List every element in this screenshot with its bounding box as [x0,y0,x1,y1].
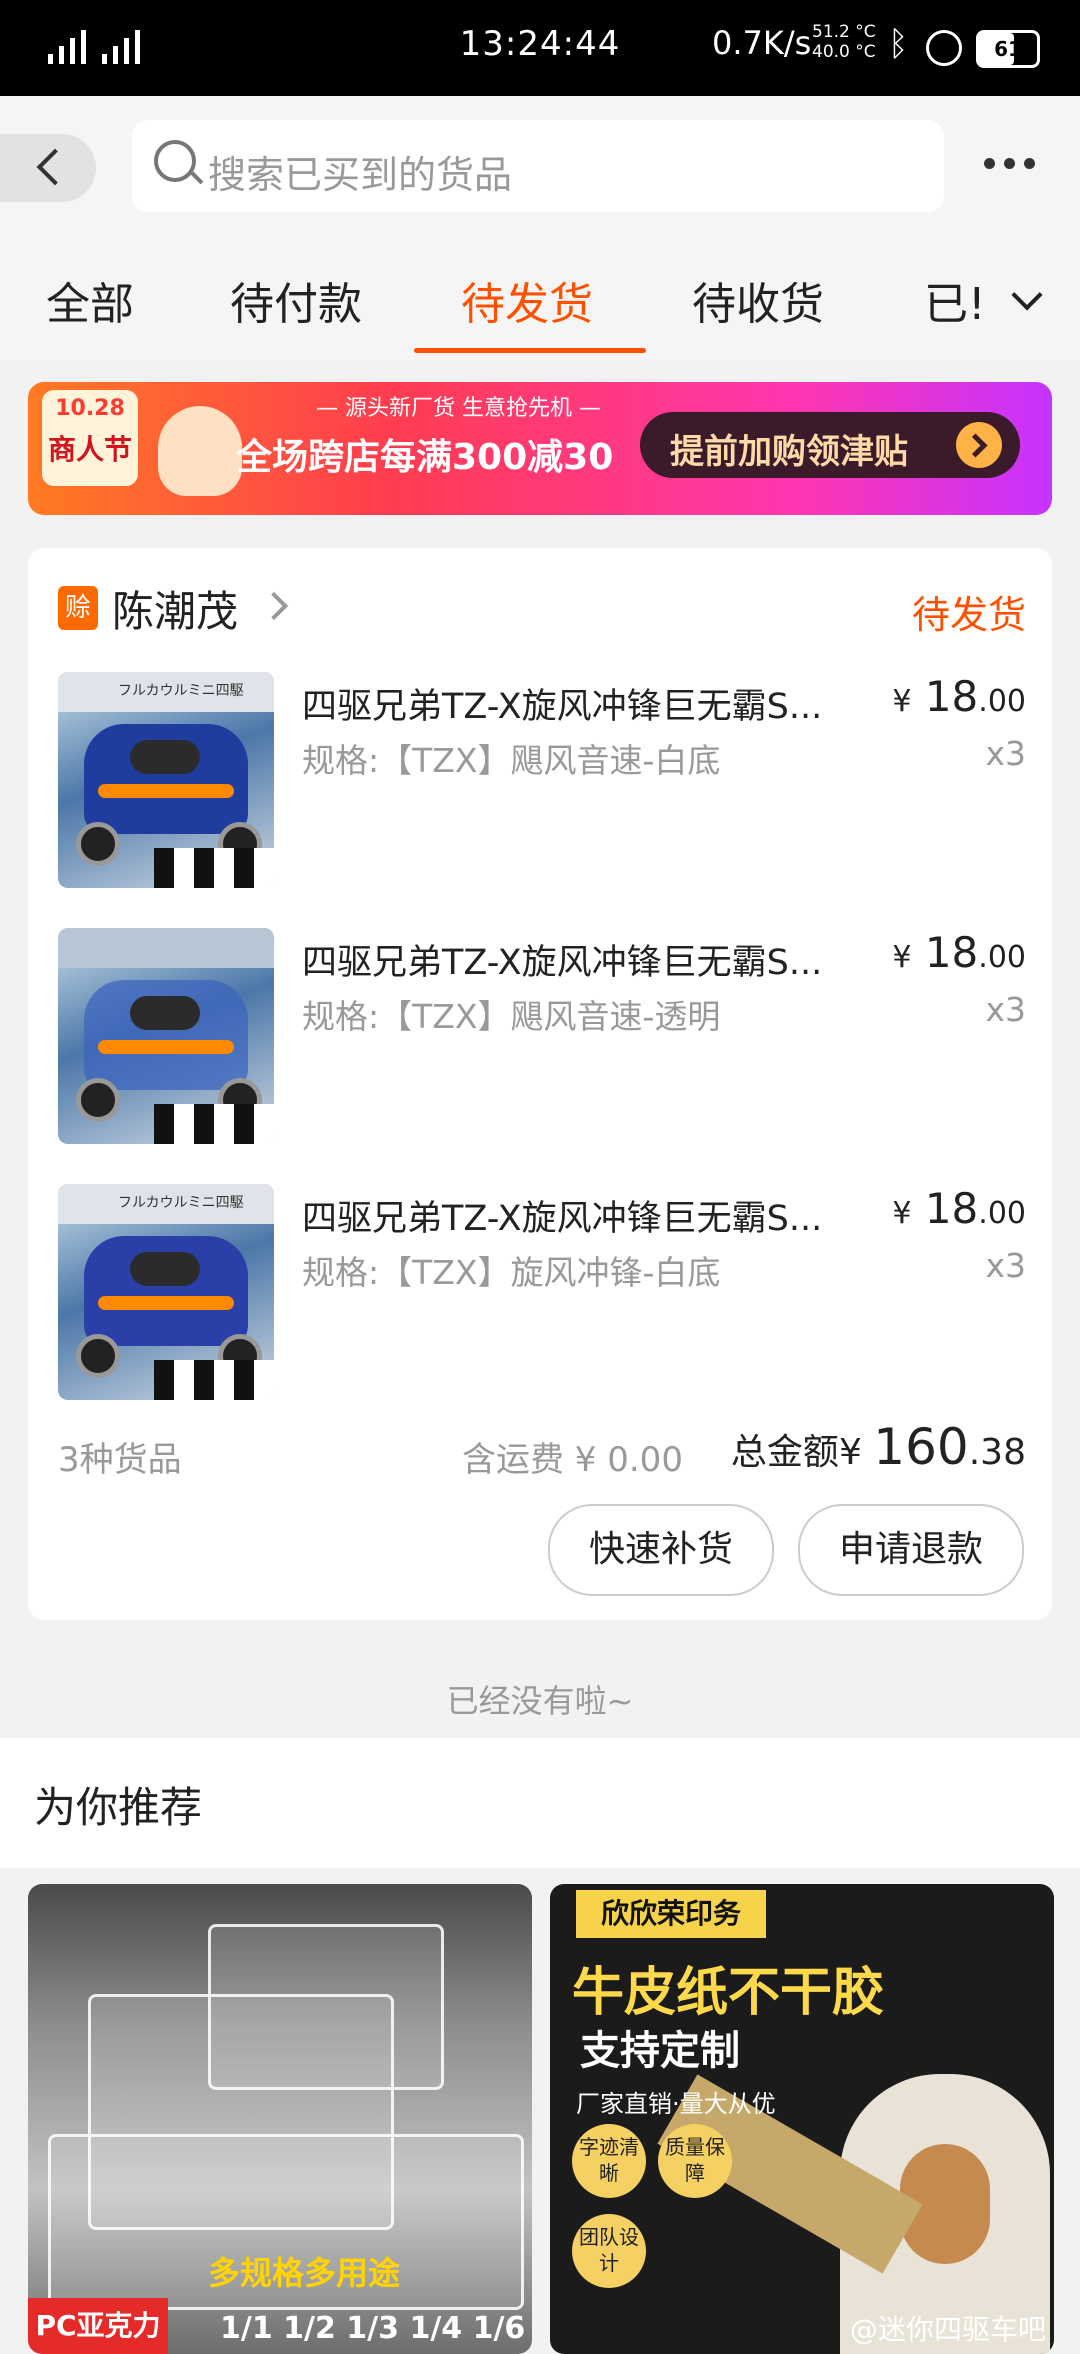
chevron-right-icon[interactable] [259,591,289,621]
search-input[interactable]: 搜索已买到的货品 [132,120,944,212]
bluetooth-icon: ᛒ [888,24,909,64]
car-image [84,724,248,834]
product-subheadline: 支持定制 [580,2028,740,2074]
feature-badge: 团队设计 [572,2214,646,2288]
banner-cta-button[interactable]: 提前加购领津贴 [640,412,1020,478]
order-total: 总金额¥ 160.38 [730,1418,1026,1476]
product-tag-sizes: 1/1 1/2 1/3 1/4 1/6 1/9 [220,2311,532,2346]
feature-badge: 字迹清晰 [572,2124,646,2198]
shop-name[interactable]: 陈潮茂 [112,578,238,639]
tab-completed[interactable]: 已! [924,268,984,332]
watermark: @迷你四驱车吧 [849,2313,1046,2346]
end-of-list-text: 已经没有啦~ [446,1682,634,1720]
chevron-down-icon[interactable] [1011,279,1043,311]
active-tab-indicator [414,348,646,353]
order-card[interactable]: 赊 陈潮茂 待发货 フルカウルミニ四駆 四驱兄弟TZ-X旋风冲锋巨无霸S... … [28,548,1052,1620]
back-arrow-icon [36,148,74,186]
item-quantity: x3 [985,990,1026,1029]
item-title: 四驱兄弟TZ-X旋风冲锋巨无霸S... [302,687,823,727]
battery-icon: 61 [976,30,1040,68]
item-count: 3种货品 [58,1440,182,1480]
tab-pending-payment[interactable]: 待付款 [230,268,362,332]
item-spec: 规格:【TZX】旋风冲锋-白底 [302,1253,721,1292]
order-tabs: 全部 待付款 待发货 待收货 已! [0,262,1080,358]
product-note: 厂家直销·量大从优 [576,2090,776,2118]
battery-level: 61 [994,37,1022,61]
alarm-icon [926,30,962,66]
product-thumbnail: フルカウルミニ四駆 [58,1184,274,1400]
product-tag-spec: 多规格多用途 [208,2254,401,2292]
tab-pending-shipment[interactable]: 待发货 [461,268,593,332]
arrow-right-icon [956,422,1002,468]
tab-pending-receipt[interactable]: 待收货 [692,268,824,332]
item-price: ¥ 18.00 [892,1184,1026,1233]
request-refund-button[interactable]: 申请退款 [798,1504,1024,1596]
quick-restock-button[interactable]: 快速补货 [548,1504,774,1596]
car-image [84,980,248,1090]
promo-banner[interactable]: 10.28 商人节 — 源头新厂货 生意抢先机 — 全场跨店每满300减30 提… [28,382,1052,515]
product-headline: 牛皮纸不干胶 [572,1963,885,2023]
product-tag-material: PC亚克力 [28,2298,168,2354]
item-quantity: x3 [985,734,1026,773]
recommend-header: 为你推荐 [0,1738,1080,1868]
status-bar: 13:24:44 0.7K/s 51.2 °C 40.0 °C ᛒ 61 [0,0,1080,96]
item-spec: 规格:【TZX】飓风音速-白底 [302,741,721,780]
shop-tag: 欣欣荣印务 [576,1890,766,1938]
item-price: ¥ 18.00 [892,672,1026,721]
credit-badge: 赊 [58,586,98,630]
tab-all[interactable]: 全部 [46,268,134,332]
shipping-fee: 含运费 ¥ 0.00 [462,1440,683,1480]
recommend-title: 为你推荐 [34,1783,203,1832]
mascot-image [158,406,242,496]
order-status: 待发货 [911,593,1026,637]
back-button[interactable] [0,134,96,202]
product-card[interactable]: 多规格多用途 PC亚克力 1/1 1/2 1/3 1/4 1/6 1/9 [28,1884,532,2354]
order-item[interactable]: フルカウルミニ四駆 四驱兄弟TZ-X旋风冲锋巨无霸S... 规格:【TZX】飓风… [28,672,1052,892]
temperature: 51.2 °C 40.0 °C [812,22,876,62]
status-time: 13:24:44 [459,24,621,64]
product-thumbnail [58,928,274,1144]
product-card[interactable]: 欣欣荣印务 牛皮纸不干胶 支持定制 厂家直销·量大从优 字迹清晰 质量保障 团队… [550,1884,1054,2354]
search-placeholder: 搜索已买到的货品 [208,153,513,197]
item-price: ¥ 18.00 [892,928,1026,977]
item-title: 四驱兄弟TZ-X旋风冲锋巨无霸S... [302,1199,823,1239]
car-image [84,1236,248,1346]
net-speed: 0.7K/s [712,24,812,62]
order-item[interactable]: フルカウルミニ四駆 四驱兄弟TZ-X旋风冲锋巨无霸S... 规格:【TZX】旋风… [28,1184,1052,1404]
banner-headline: 全场跨店每满300减30 [236,437,614,478]
banner-subtitle: — 源头新厂货 生意抢先机 — [316,396,601,421]
order-item[interactable]: 四驱兄弟TZ-X旋风冲锋巨无霸S... 规格:【TZX】飓风音速-透明 ¥ 18… [28,928,1052,1148]
search-icon [154,140,196,182]
event-badge: 10.28 商人节 [42,390,138,486]
feature-badge: 质量保障 [658,2124,732,2198]
more-options-icon[interactable] [984,158,1035,169]
item-quantity: x3 [985,1246,1026,1285]
product-thumbnail: フルカウルミニ四駆 [58,672,274,888]
item-spec: 规格:【TZX】飓风音速-透明 [302,997,721,1036]
item-title: 四驱兄弟TZ-X旋风冲锋巨无霸S... [302,943,823,983]
